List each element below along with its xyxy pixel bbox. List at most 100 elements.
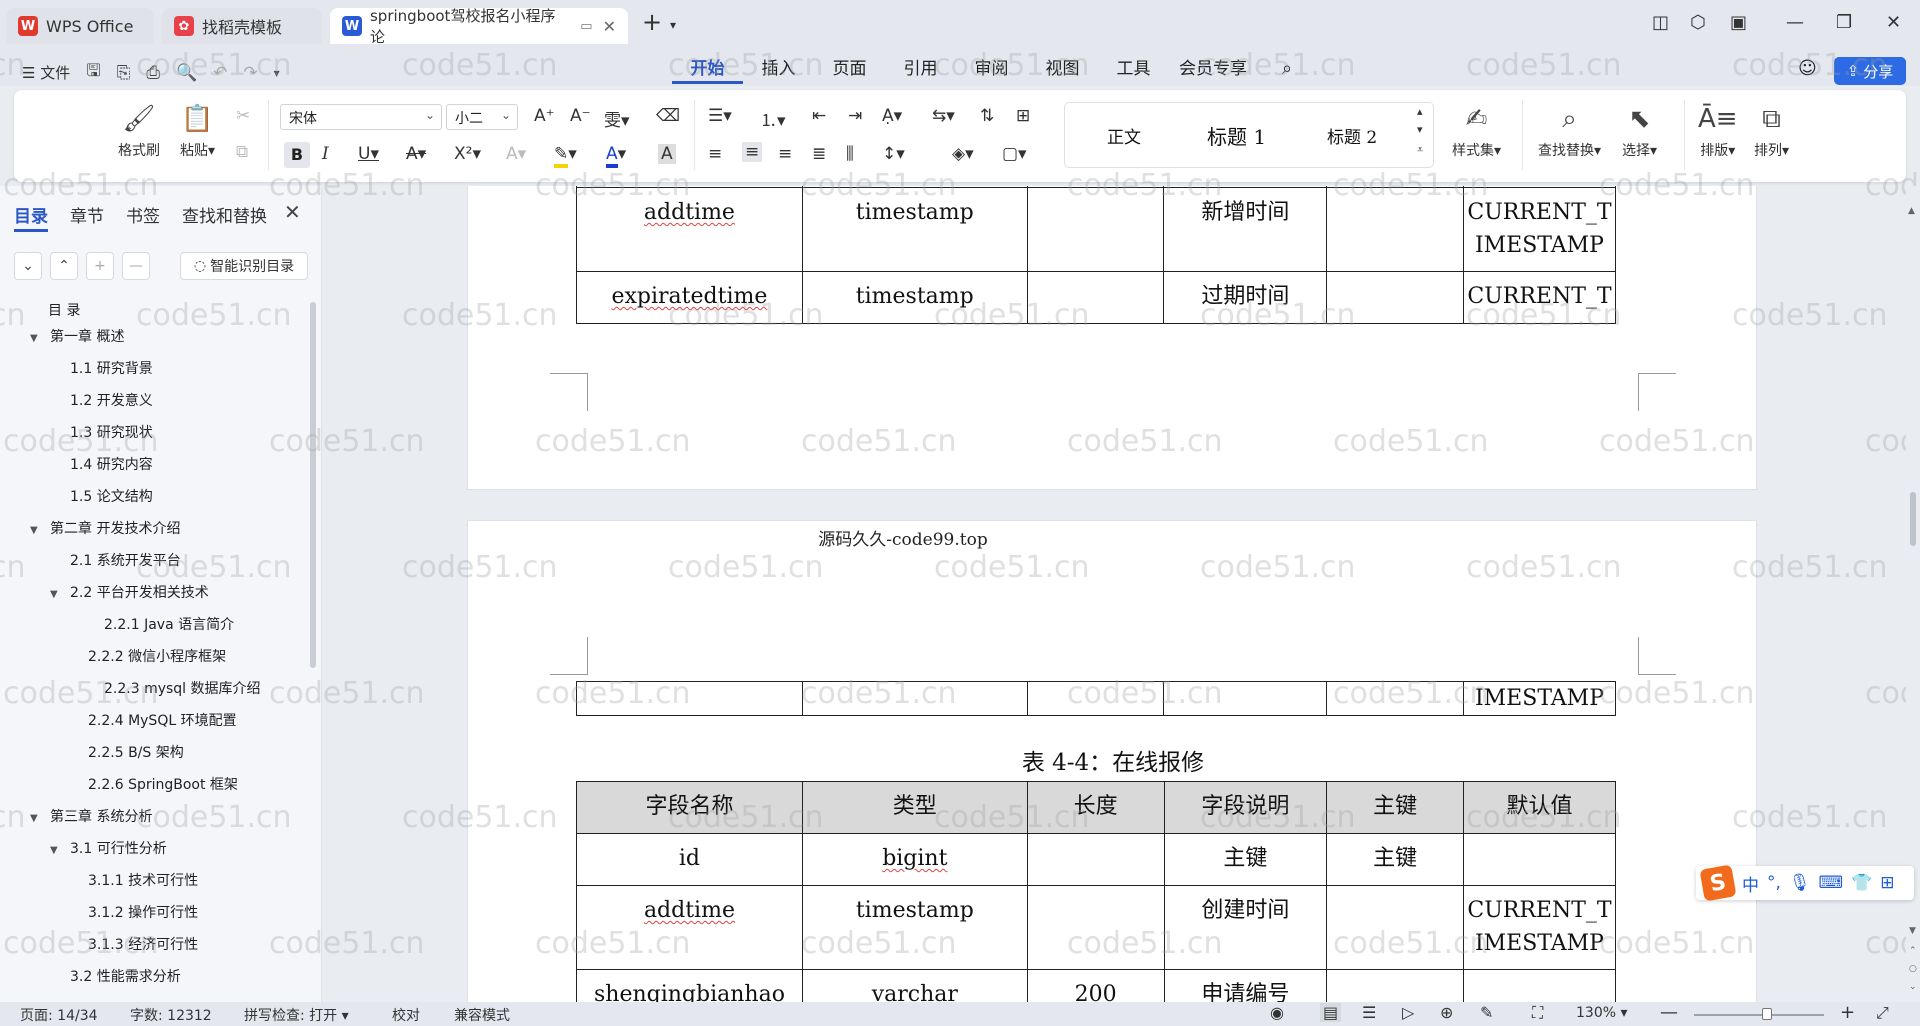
microphone-icon[interactable]: 🎙 [1789,873,1811,893]
tab-view[interactable]: 视图 [1027,56,1098,84]
browse-object-icon[interactable]: ○ [1909,964,1917,974]
toc-item[interactable]: 1.2 开发意义 [70,390,153,410]
font-color-icon[interactable]: A▾ [606,144,626,168]
fullscreen-icon[interactable]: ⤢ [1876,1003,1889,1023]
eye-icon[interactable]: ◉ [1270,1003,1284,1022]
style-set-button[interactable]: ✍ 样式集▾ [1452,102,1501,160]
borders-icon[interactable]: ▢▾ [1002,144,1027,164]
redo-icon[interactable]: ↷ [243,63,257,83]
nav-tab-chapters[interactable]: 章节 [70,202,104,232]
tab-insert[interactable]: 插入 [743,56,814,84]
clear-format-icon[interactable]: ⌫ [656,106,680,126]
toc-item[interactable]: ▼ 第三章 系统分析 [30,806,152,826]
expand-all-icon[interactable]: ⌃ [50,252,78,280]
search-icon[interactable]: ⌕ [1257,56,1317,84]
fit-window-icon[interactable]: ⛶ [1532,1003,1543,1023]
close-pane-icon[interactable]: ✕ [284,200,301,224]
skin-icon[interactable]: 👕 [1851,873,1872,893]
remove-heading-icon[interactable]: — [122,252,150,280]
toc-item[interactable]: ▼ 第一章 概述 [30,326,124,346]
tab-page[interactable]: 页面 [814,56,885,84]
phonetic-icon[interactable]: 雯▾ [604,106,630,131]
align-left-icon[interactable]: ≡ [708,144,722,164]
tab-references[interactable]: 引用 [885,56,956,84]
close-window-icon[interactable]: ✕ [1886,12,1901,33]
toc-item[interactable]: ▼ 3.1 可行性分析 [50,838,167,858]
arrange-button[interactable]: ⧉ 排列▾ [1754,102,1789,160]
scroll-thumb[interactable] [1910,492,1916,546]
convert-icon[interactable]: ⇆▾ [932,106,955,126]
bullet-list-icon[interactable]: ☰▾ [708,106,732,126]
increase-indent-icon[interactable]: ⇥ [848,106,862,126]
monitor-icon[interactable]: ▭ [580,19,592,34]
print-icon[interactable]: ⎙ [146,63,160,83]
text-effect-button[interactable]: A▾ [506,144,526,164]
text-direction-icon[interactable]: Ạ▾ [882,106,902,126]
strikethrough-button[interactable]: A▾ [406,144,426,164]
paste-button[interactable]: 📋 粘贴▾ [180,102,215,160]
zoom-slider[interactable] [1694,1014,1824,1016]
add-heading-icon[interactable]: + [86,252,114,280]
toc-item[interactable]: 3.1.1 技术可行性 [88,870,198,890]
toc-item[interactable]: 1.5 论文结构 [70,486,153,506]
select-button[interactable]: ⬉ 选择▾ [1622,102,1657,160]
find-replace-button[interactable]: ⌕ 查找替换▾ [1538,102,1601,160]
outline-view-icon[interactable]: ☰ [1362,1003,1376,1022]
tab-list-chevron-icon[interactable]: ▾ [670,18,676,32]
word-count[interactable]: 字数: 12312 [130,1005,212,1025]
style-scroll-down-icon[interactable]: ▾ [1417,123,1423,136]
save-icon[interactable]: 🖫 [86,58,100,87]
tab-wps-office[interactable]: W WPS Office [6,8,154,44]
font-name-select[interactable]: 宋体 ⌄ [280,104,442,130]
style-heading-1[interactable]: 标题 1 [1207,121,1266,150]
highlight-icon[interactable]: ✎▾ [554,144,577,168]
font-size-select[interactable]: 小二 ⌄ [446,104,518,130]
nav-scrollbar[interactable] [310,302,316,668]
cut-icon[interactable]: ✂ [236,106,250,126]
justify-icon[interactable]: ≣ [812,144,826,164]
grow-font-icon[interactable]: A⁺ [534,106,555,126]
decrease-indent-icon[interactable]: ⇤ [812,106,826,126]
chat-icon[interactable]: ☺ [1798,58,1817,79]
scroll-down-icon[interactable]: ▼ [1909,926,1916,936]
bold-button[interactable]: B [284,142,310,168]
export-pdf-icon[interactable]: ⎘ [117,63,131,83]
tab-docer[interactable]: ✿ 找稻壳模板 [162,8,322,44]
nav-tab-toc[interactable]: 目录 [14,202,48,232]
pen-icon[interactable]: ✎ [1480,1003,1493,1022]
print-preview-icon[interactable]: 🔍 [176,63,197,83]
minimize-icon[interactable]: — [1786,12,1804,33]
toc-item[interactable]: 1.4 研究内容 [70,454,153,474]
nav-tab-find[interactable]: 查找和替换 [182,202,267,232]
toc-item[interactable]: 1.3 研究现状 [70,422,153,442]
toc-item[interactable]: 2.2.3 mysql 数据库介绍 [104,678,261,698]
italic-button[interactable]: I [322,144,329,164]
toc-item[interactable]: 目 录 [48,300,80,320]
punctuation-icon[interactable]: °, [1767,873,1781,893]
keyboard-icon[interactable]: ⌨ [1819,873,1844,893]
prev-page-icon[interactable]: ⌃ [1909,946,1917,956]
document-canvas[interactable]: token varchar 200 密码 addtime timestamp 新… [323,186,1903,1002]
superscript-button[interactable]: X²▾ [454,144,481,164]
sort-icon[interactable]: ⇅ [980,106,994,126]
ime-toolbar[interactable]: S 中 °, 🎙 ⌨ 👕 ⊞ [1696,864,1914,902]
toc-item[interactable]: 2.2.1 Java 语言简介 [104,614,234,634]
zoom-in-icon[interactable]: + [1840,1002,1855,1023]
char-shading-icon[interactable]: A [658,144,676,164]
layout-icon[interactable]: ◫ [1652,12,1669,33]
show-marks-icon[interactable]: ⊞ [1016,106,1030,126]
underline-button[interactable]: U▾ [358,144,379,164]
align-right-icon[interactable]: ≡ [778,144,792,164]
line-spacing-icon[interactable]: ↕▾ [882,144,905,164]
numbered-list-icon[interactable]: ⒈▾ [760,106,786,131]
avatar[interactable]: ▣ [1730,12,1747,33]
ime-lang[interactable]: 中 [1742,871,1759,896]
nav-tab-bookmarks[interactable]: 书签 [126,202,160,232]
tab-home[interactable]: 开始 [672,56,743,84]
toc-item[interactable]: ▼ 2.2 平台开发相关技术 [50,582,209,602]
distribute-icon[interactable]: ⫼ [846,144,854,164]
layout-button[interactable]: Ā≡ 排版▾ [1698,102,1738,160]
toc-item[interactable]: 2.2.5 B/S 架构 [88,742,184,762]
zoom-out-icon[interactable]: — [1660,1002,1678,1023]
copy-icon[interactable]: ⧉ [236,142,248,162]
